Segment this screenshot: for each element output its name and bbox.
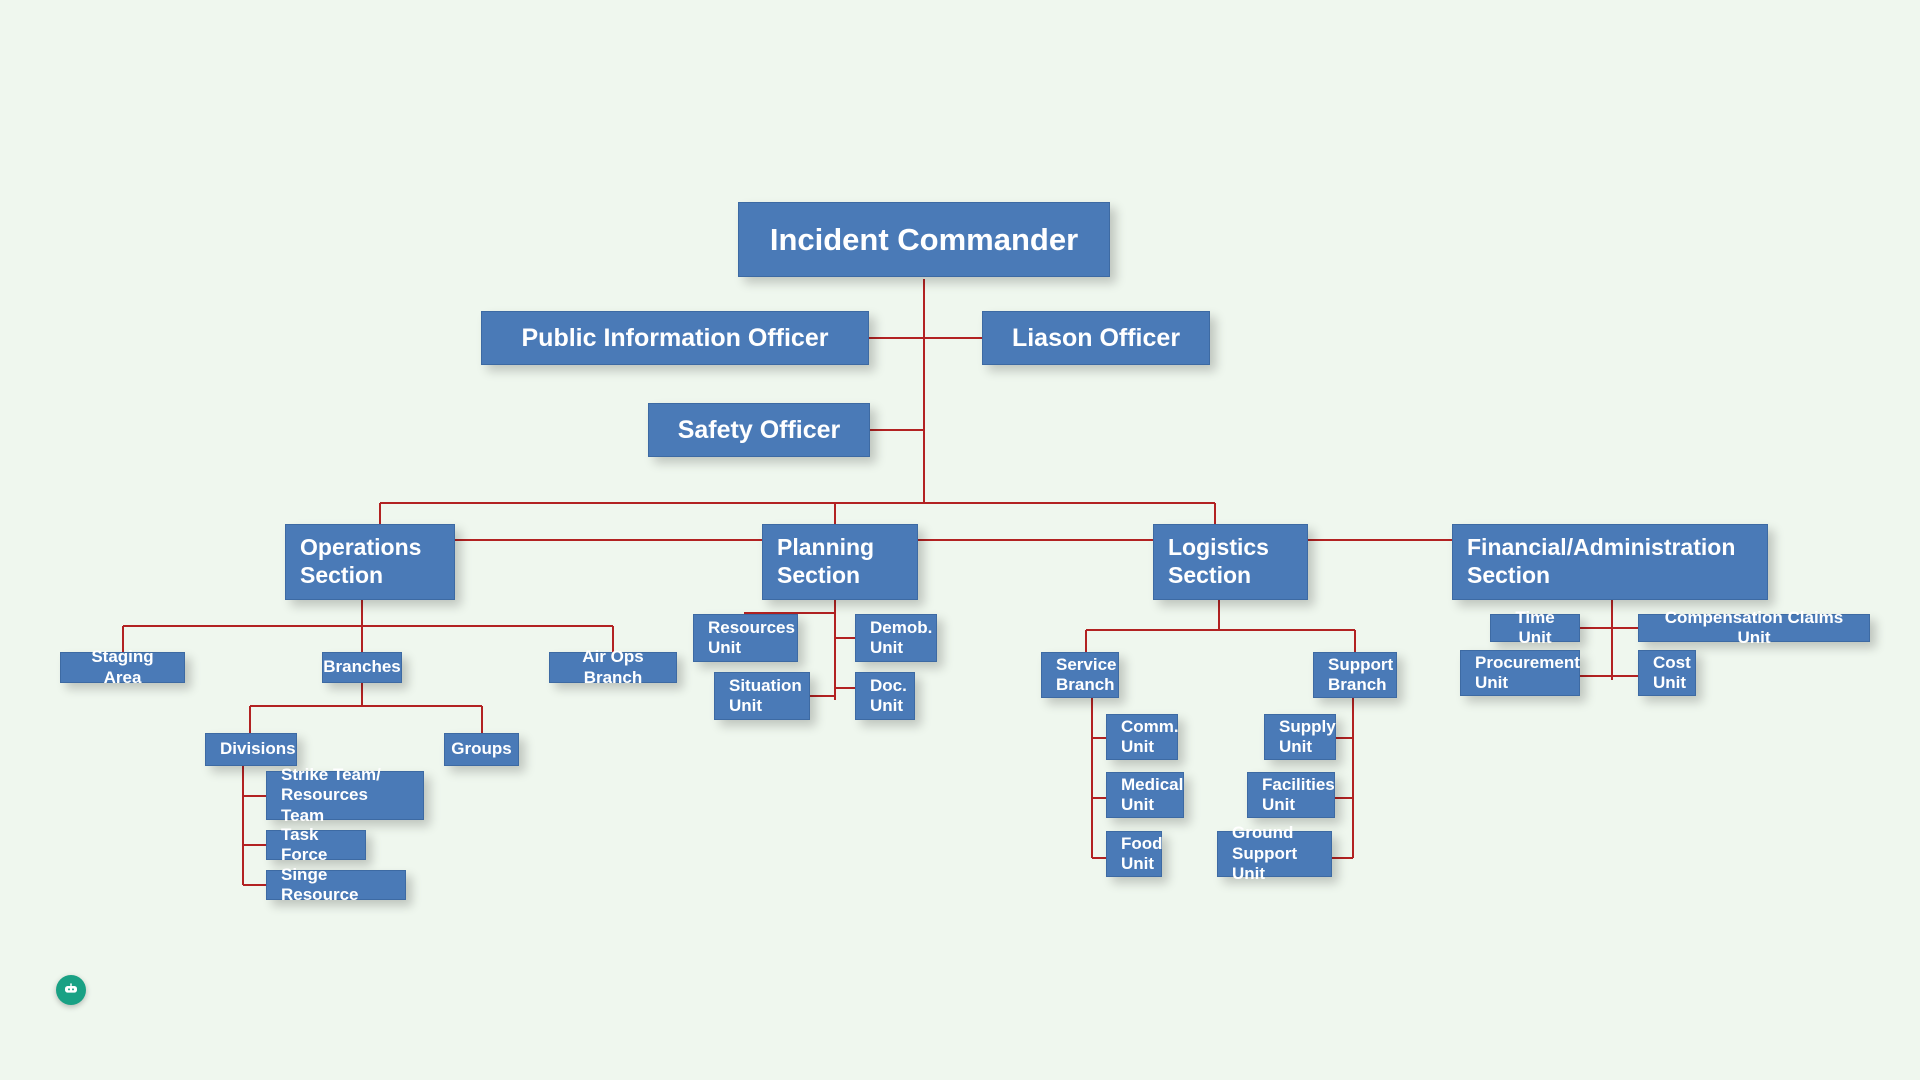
node-incident-commander: Incident Commander	[738, 202, 1110, 277]
node-single-resource: Singe Resource	[266, 870, 406, 900]
node-logistics-section: Logistics Section	[1153, 524, 1308, 600]
node-task-force: Task Force	[266, 830, 366, 860]
node-ground-support-unit: Ground Support Unit	[1217, 831, 1332, 877]
node-procurement-unit: Procurement Unit	[1460, 650, 1580, 696]
node-resources-unit: Resources Unit	[693, 614, 798, 662]
node-planning-section: Planning Section	[762, 524, 918, 600]
node-service-branch: Service Branch	[1041, 652, 1119, 698]
node-medical-unit: Medical Unit	[1106, 772, 1184, 818]
node-liaison-officer: Liason Officer	[982, 311, 1210, 365]
org-chart: Incident Commander Public Information Of…	[0, 0, 1920, 1080]
node-strike-team: Strike Team/ Resources Team	[266, 771, 424, 820]
node-demob-unit: Demob. Unit	[855, 614, 937, 662]
node-comm-unit: Comm. Unit	[1106, 714, 1178, 760]
node-facilities-unit: Facilities Unit	[1247, 772, 1335, 818]
node-situation-unit: Situation Unit	[714, 672, 810, 720]
chat-icon[interactable]	[56, 975, 86, 1005]
node-compensation-unit: Compensation Claims Unit	[1638, 614, 1870, 642]
node-doc-unit: Doc. Unit	[855, 672, 915, 720]
node-air-ops: Air Ops Branch	[549, 652, 677, 683]
node-cost-unit: Cost Unit	[1638, 650, 1696, 696]
node-time-unit: Time Unit	[1490, 614, 1580, 642]
node-public-information-officer: Public Information Officer	[481, 311, 869, 365]
node-operations-section: Operations Section	[285, 524, 455, 600]
node-food-unit: Food Unit	[1106, 831, 1162, 877]
node-safety-officer: Safety Officer	[648, 403, 870, 457]
node-finance-section: Financial/Administration Section	[1452, 524, 1768, 600]
node-branches: Branches	[322, 652, 402, 683]
node-groups: Groups	[444, 733, 519, 766]
node-divisions: Divisions	[205, 733, 297, 766]
node-supply-unit: Supply Unit	[1264, 714, 1336, 760]
node-support-branch: Support Branch	[1313, 652, 1397, 698]
node-staging-area: Staging Area	[60, 652, 185, 683]
